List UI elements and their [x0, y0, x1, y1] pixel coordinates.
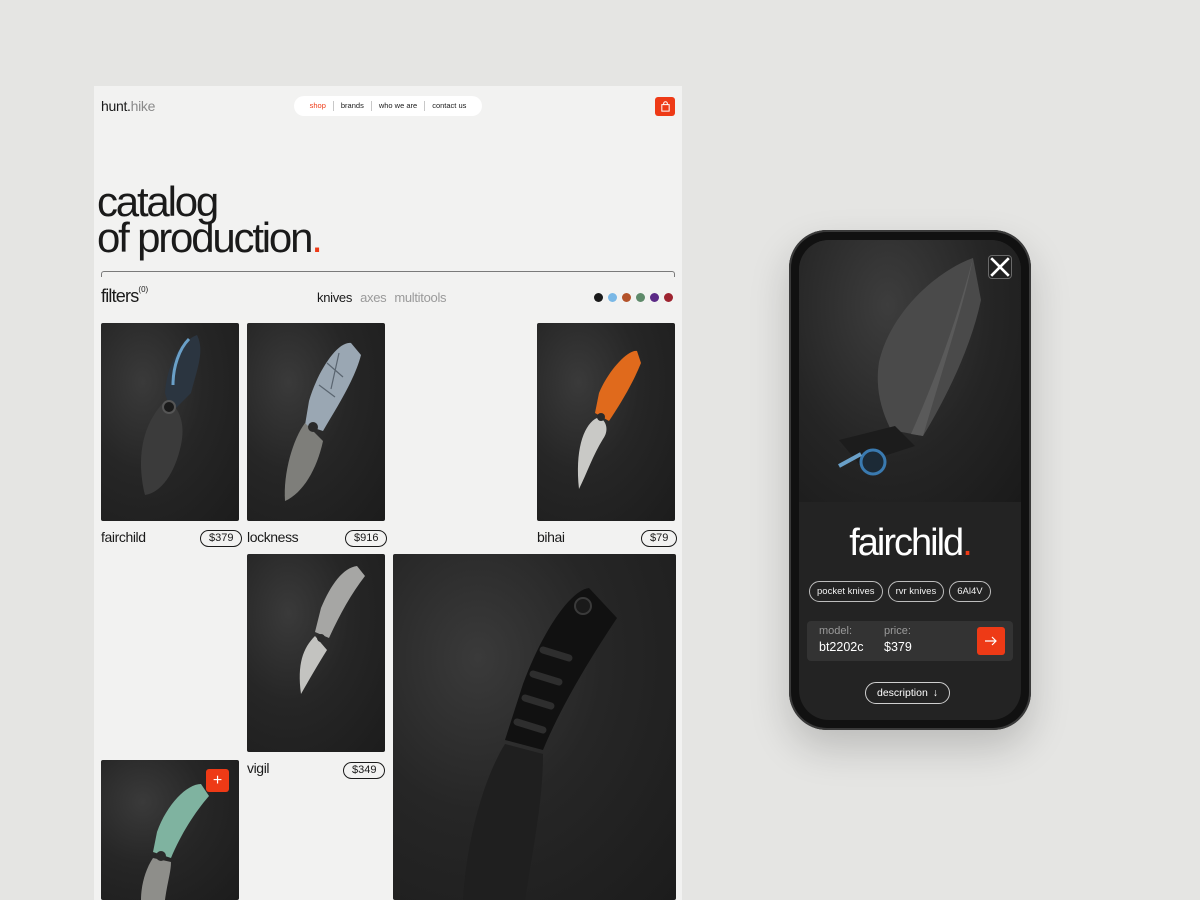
- color-swatch-brown[interactable]: [622, 293, 631, 302]
- cart-button[interactable]: [655, 97, 675, 116]
- price-badge: $79: [641, 530, 678, 547]
- price-badge: $349: [343, 762, 386, 779]
- phone-screen: fairchild. pocket knives rvr knives 6Al4…: [799, 240, 1021, 720]
- bag-icon: [660, 101, 670, 112]
- color-swatch-green[interactable]: [636, 293, 645, 302]
- product-image[interactable]: [247, 323, 385, 521]
- arrow-right-icon: [985, 636, 997, 646]
- add-to-cart-button[interactable]: +: [206, 769, 229, 792]
- close-button[interactable]: [988, 255, 1012, 279]
- knife-illustration: [838, 258, 981, 476]
- filters-label: filters: [101, 286, 139, 306]
- description-button[interactable]: description ↓: [865, 682, 951, 704]
- product-image[interactable]: [101, 323, 239, 521]
- tag-rvr-knives[interactable]: rvr knives: [887, 581, 945, 602]
- page-title-line2: of production.: [97, 217, 323, 259]
- nav-item-brands[interactable]: brands: [332, 101, 371, 111]
- tab-axes[interactable]: axes: [360, 290, 387, 305]
- nav-item-contact-us[interactable]: contact us: [424, 101, 473, 111]
- tab-knives[interactable]: knives: [317, 290, 352, 305]
- color-swatch-black[interactable]: [594, 293, 603, 302]
- title-dot: .: [962, 522, 972, 564]
- knife-illustration: [284, 342, 361, 501]
- main-nav: shop brands who we are contact us: [294, 96, 482, 116]
- arrow-down-icon: ↓: [932, 687, 939, 699]
- color-swatch-red[interactable]: [664, 293, 673, 302]
- knife-illustration: [577, 350, 641, 489]
- product-image[interactable]: [393, 554, 676, 900]
- price-label: price:: [884, 625, 911, 637]
- page-title: catalog of production.: [97, 181, 323, 259]
- knife-illustration: [141, 335, 201, 495]
- product-name[interactable]: lockness: [247, 529, 299, 545]
- price-value: $379: [884, 640, 912, 654]
- product-name[interactable]: vigil: [247, 760, 270, 776]
- color-filter: [594, 293, 673, 302]
- color-swatch-purple[interactable]: [650, 293, 659, 302]
- category-tabs: knives axes multitools: [317, 290, 447, 305]
- product-title-text: fairchild: [849, 522, 964, 564]
- product-tags: pocket knives rvr knives 6Al4V: [809, 581, 991, 602]
- knife-illustration: [463, 588, 617, 900]
- price-badge: $379: [200, 530, 243, 547]
- phone-mockup: fairchild. pocket knives rvr knives 6Al4…: [789, 230, 1031, 730]
- product-info-bar: model: bt2202c price: $379: [807, 621, 1013, 661]
- page-title-line2-text: of production: [97, 214, 313, 261]
- product-hero-image: [799, 240, 1021, 502]
- logo-light: hike: [130, 98, 156, 114]
- nav-item-shop[interactable]: shop: [303, 101, 333, 111]
- knife-illustration: [299, 566, 365, 694]
- logo-bold: hunt.: [101, 98, 131, 114]
- tab-multitools[interactable]: multitools: [394, 290, 446, 305]
- model-label: model:: [819, 625, 853, 637]
- product-name[interactable]: fairchild: [101, 529, 146, 545]
- filters-count: (0): [138, 285, 149, 294]
- add-to-cart-button[interactable]: [977, 627, 1005, 655]
- product-name[interactable]: bihai: [537, 529, 565, 545]
- filters-button[interactable]: filters(0): [101, 285, 149, 307]
- model-value: bt2202c: [819, 640, 864, 654]
- product-image[interactable]: [247, 554, 385, 752]
- nav-item-who-we-are[interactable]: who we are: [370, 101, 424, 111]
- tag-pocket-knives[interactable]: pocket knives: [809, 581, 883, 602]
- desktop-page: hunt.hike shop brands who we are contact…: [94, 86, 682, 900]
- product-image[interactable]: [537, 323, 675, 521]
- divider: [101, 271, 675, 277]
- plus-icon: +: [212, 771, 223, 789]
- description-label: description: [877, 687, 928, 699]
- logo[interactable]: hunt.hike: [101, 98, 155, 114]
- tag-material[interactable]: 6Al4V: [949, 581, 991, 602]
- price-badge: $916: [345, 530, 388, 547]
- color-swatch-blue[interactable]: [608, 293, 617, 302]
- close-icon: [990, 257, 1010, 277]
- product-title: fairchild.: [799, 522, 1021, 565]
- title-dot: .: [311, 214, 323, 261]
